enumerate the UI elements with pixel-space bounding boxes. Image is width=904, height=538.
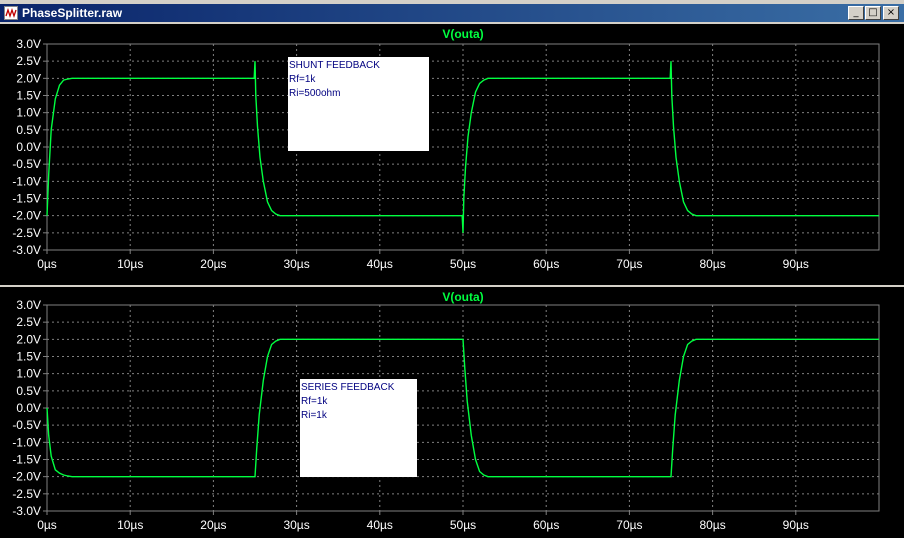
pane-background — [0, 287, 904, 538]
y-tick-label: -1.0V — [12, 174, 41, 188]
y-tick-label: -2.0V — [12, 470, 41, 484]
y-tick-label: 2.0V — [16, 332, 41, 346]
x-tick-label: 0µs — [37, 257, 57, 271]
x-tick-label: 20µs — [200, 518, 226, 532]
annotation-line: Rf=1k — [289, 74, 316, 85]
y-tick-label: 0.5V — [16, 123, 41, 137]
x-tick-label: 60µs — [533, 257, 559, 271]
annotation-box — [300, 379, 417, 477]
y-tick-label: -0.5V — [12, 157, 41, 171]
x-tick-label: 90µs — [783, 257, 809, 271]
x-tick-label: 80µs — [699, 518, 725, 532]
y-tick-label: -2.5V — [12, 487, 41, 501]
x-tick-label: 80µs — [699, 257, 725, 271]
x-tick-label: 70µs — [616, 257, 642, 271]
y-tick-label: -3.0V — [12, 243, 41, 257]
x-tick-label: 40µs — [367, 257, 393, 271]
annotation-line: Ri=1k — [301, 410, 328, 421]
annotation-box — [288, 57, 429, 151]
annotation-line: Rf=1k — [301, 396, 328, 407]
x-tick-label: 50µs — [450, 518, 476, 532]
x-tick-label: 40µs — [367, 518, 393, 532]
annotation-line: Ri=500ohm — [289, 88, 340, 99]
y-tick-label: -1.0V — [12, 435, 41, 449]
waveform-plots: V(outa) 3.0V 2.5V 2.0V 1.5V 1.0V 0.5V 0.0V -0.5V… — [0, 24, 904, 538]
x-tick-label: 30µs — [283, 257, 309, 271]
y-tick-label: 1.0V — [16, 106, 41, 120]
x-tick-label: 0µs — [37, 518, 57, 532]
y-tick-label: 0.5V — [16, 384, 41, 398]
waveform-window: PhaseSplitter.raw _ □ × V(outa) 3.0V 2.5V 2… — [0, 0, 904, 538]
y-tick-label: 1.5V — [16, 89, 41, 103]
y-tick-label: 1.0V — [16, 367, 41, 381]
y-tick-label: -0.5V — [12, 418, 41, 432]
pane-background — [0, 24, 904, 285]
y-tick-label: 1.5V — [16, 350, 41, 364]
x-tick-label: 10µs — [117, 518, 143, 532]
trace-title: V(outa) — [442, 27, 483, 41]
y-tick-label: 2.5V — [16, 315, 41, 329]
x-tick-label: 60µs — [533, 518, 559, 532]
y-tick-label: 3.0V — [16, 37, 41, 51]
y-tick-label: 0.0V — [16, 140, 41, 154]
y-tick-label: 2.0V — [16, 71, 41, 85]
y-tick-label: 0.0V — [16, 401, 41, 415]
trace-title: V(outa) — [442, 290, 483, 304]
y-tick-label: -3.0V — [12, 504, 41, 518]
annotation-line: SERIES FEEDBACK — [301, 382, 395, 393]
y-tick-label: -1.5V — [12, 192, 41, 206]
chart-pane-2: V(outa) 3.0V 2.5V 2.0V 1.5V 1.0V 0.5V 0.0V -0.5V… — [0, 287, 904, 538]
y-tick-label: -2.5V — [12, 226, 41, 240]
x-tick-label: 70µs — [616, 518, 642, 532]
x-tick-label: 30µs — [283, 518, 309, 532]
x-tick-label: 50µs — [450, 257, 476, 271]
y-tick-label: -2.0V — [12, 209, 41, 223]
chart-pane-1: V(outa) 3.0V 2.5V 2.0V 1.5V 1.0V 0.5V 0.0V -0.5V… — [0, 24, 904, 285]
annotation-line: SHUNT FEEDBACK — [289, 60, 380, 71]
y-tick-label: 2.5V — [16, 54, 41, 68]
y-tick-label: 3.0V — [16, 298, 41, 312]
x-tick-label: 90µs — [783, 518, 809, 532]
y-tick-label: -1.5V — [12, 453, 41, 467]
x-tick-label: 10µs — [117, 257, 143, 271]
x-tick-label: 20µs — [200, 257, 226, 271]
